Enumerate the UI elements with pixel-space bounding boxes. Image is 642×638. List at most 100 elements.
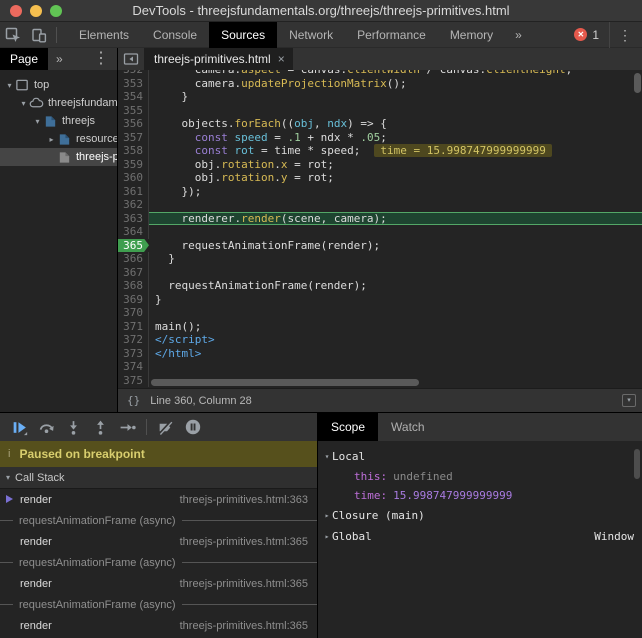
line-number[interactable]: 369 [118, 293, 149, 307]
step-out-icon[interactable] [87, 415, 114, 439]
scope-section-local[interactable]: ▾Local [318, 446, 642, 467]
tree-item-threejs[interactable]: ▾threejs [0, 112, 117, 130]
line-number[interactable]: 373 [118, 347, 149, 361]
scope-variable-this: this: undefined [318, 467, 642, 486]
tree-item-threejsfundamentals-org[interactable]: ▾threejsfundamentals.org [0, 94, 117, 112]
navigator-menu-icon[interactable]: ⋮ [85, 48, 117, 70]
code-line: 357 const speed = .1 + ndx * .05; [118, 131, 642, 145]
frame-source-location[interactable]: threejs-primitives.html:365 [180, 578, 317, 590]
error-badge[interactable]: ✕ 1 [574, 28, 599, 42]
line-number[interactable]: 360 [118, 171, 149, 185]
horizontal-scrollbar[interactable] [151, 379, 419, 386]
tab-network[interactable]: Network [277, 22, 345, 48]
frame-source-location[interactable]: threejs-primitives.html:363 [180, 494, 317, 506]
tree-item-top[interactable]: ▾top [0, 76, 117, 94]
toolbar-divider [56, 27, 57, 43]
chevron-down-icon[interactable]: ▾ [18, 99, 29, 108]
line-number[interactable]: 359 [118, 158, 149, 172]
code-line-text [149, 104, 642, 118]
line-number[interactable]: 363 [118, 212, 149, 226]
code-editor[interactable]: 352 camera.aspect = canvas.clientWidth /… [118, 70, 642, 388]
call-stack-title: Call Stack [15, 472, 65, 484]
vertical-scrollbar[interactable] [634, 73, 641, 93]
zoom-window-button[interactable] [50, 5, 62, 17]
tab-performance[interactable]: Performance [345, 22, 438, 48]
more-panels-chevron[interactable]: » [505, 22, 532, 48]
line-number[interactable]: 366 [118, 252, 149, 266]
deactivate-breakpoints-icon[interactable] [152, 415, 179, 439]
file-tree: ▾top▾threejsfundamentals.org▾threejs▸res… [0, 70, 117, 412]
line-number[interactable]: 355 [118, 104, 149, 118]
line-number[interactable]: 356 [118, 117, 149, 131]
hide-navigator-icon[interactable] [118, 48, 144, 70]
code-line-text: obj.rotation.x = rot; [149, 158, 642, 172]
call-stack-list: renderthreejs-primitives.html:363request… [0, 489, 317, 638]
tab-sources[interactable]: Sources [209, 22, 277, 48]
step-into-icon[interactable] [60, 415, 87, 439]
scope-section-summary: Window [594, 530, 642, 543]
call-stack-frame[interactable]: renderthreejs-primitives.html:365 [0, 573, 317, 594]
tree-item-label: threejs-primitives.html [76, 151, 117, 163]
tab-watch[interactable]: Watch [378, 413, 438, 441]
line-number[interactable]: 374 [118, 360, 149, 374]
chevron-right-icon[interactable]: ▸ [46, 135, 57, 144]
code-line: 365 requestAnimationFrame(render); [118, 239, 642, 253]
line-number[interactable]: 358 [118, 144, 149, 158]
variable-name: this: [354, 470, 387, 483]
tree-item-threejs-primitives-html[interactable]: threejs-primitives.html [0, 148, 117, 166]
navigator-more-tabs-chevron[interactable]: » [48, 48, 71, 70]
breakpoint-marker[interactable]: 365 [118, 239, 149, 253]
line-number[interactable]: 353 [118, 77, 149, 91]
chevron-down-icon[interactable]: ▾ [4, 81, 15, 90]
resume-icon[interactable] [6, 415, 33, 439]
step-icon[interactable] [114, 415, 141, 439]
tab-page[interactable]: Page [0, 48, 48, 70]
code-line: 370 [118, 306, 642, 320]
line-number[interactable]: 361 [118, 185, 149, 199]
line-number[interactable]: 371 [118, 320, 149, 334]
tree-item-resources[interactable]: ▸resources [0, 130, 117, 148]
tab-elements[interactable]: Elements [67, 22, 141, 48]
devtools-menu-icon[interactable]: ⋮ [609, 22, 642, 48]
editor-tab-threejs-primitives[interactable]: threejs-primitives.html × [144, 48, 293, 70]
call-stack-frame[interactable]: renderthreejs-primitives.html:365 [0, 615, 317, 636]
close-icon[interactable]: × [278, 48, 285, 70]
line-number[interactable]: 354 [118, 90, 149, 104]
pretty-print-icon[interactable]: {} [118, 394, 150, 407]
code-line: 355 [118, 104, 642, 118]
tab-console[interactable]: Console [141, 22, 209, 48]
scope-section-closure-main-[interactable]: ▸Closure (main) [318, 505, 642, 526]
chevron-down-icon[interactable]: ▾ [32, 117, 43, 126]
line-number[interactable]: 362 [118, 198, 149, 212]
scope-section-global[interactable]: ▸GlobalWindow [318, 526, 642, 547]
line-number[interactable]: 375 [118, 374, 149, 388]
panel-dock-icon[interactable]: ▾ [622, 394, 636, 407]
step-over-icon[interactable] [33, 415, 60, 439]
call-stack-header[interactable]: ▾ Call Stack [0, 467, 317, 489]
device-toolbar-icon[interactable] [26, 22, 52, 48]
call-stack-frame[interactable]: renderthreejs-primitives.html:365 [0, 531, 317, 552]
pause-on-exceptions-icon[interactable] [179, 415, 206, 439]
frame-source-location[interactable]: threejs-primitives.html:365 [180, 620, 317, 632]
line-number[interactable]: 357 [118, 131, 149, 145]
inspect-icon[interactable] [0, 22, 26, 48]
call-stack-frame[interactable]: renderthreejs-primitives.html:363 [0, 489, 317, 510]
line-number[interactable]: 368 [118, 279, 149, 293]
code-line-text: </script> [149, 333, 642, 347]
line-number[interactable]: 372 [118, 333, 149, 347]
code-line: 371main(); [118, 320, 642, 334]
close-window-button[interactable] [10, 5, 22, 17]
scope-scrollbar[interactable] [634, 449, 640, 479]
line-number[interactable]: 370 [118, 306, 149, 320]
line-number[interactable]: 364 [118, 225, 149, 239]
cursor-position: Line 360, Column 28 [150, 395, 252, 407]
tab-scope[interactable]: Scope [318, 413, 378, 441]
sources-panel: Page » ⋮ ▾top▾threejsfundamentals.org▾th… [0, 48, 642, 412]
tab-memory[interactable]: Memory [438, 22, 505, 48]
line-number[interactable]: 367 [118, 266, 149, 280]
minimize-window-button[interactable] [30, 5, 42, 17]
code-line: 367 [118, 266, 642, 280]
variable-value: undefined [393, 470, 453, 483]
frame-source-location[interactable]: threejs-primitives.html:365 [180, 536, 317, 548]
code-line-text: obj.rotation.y = rot; [149, 171, 642, 185]
